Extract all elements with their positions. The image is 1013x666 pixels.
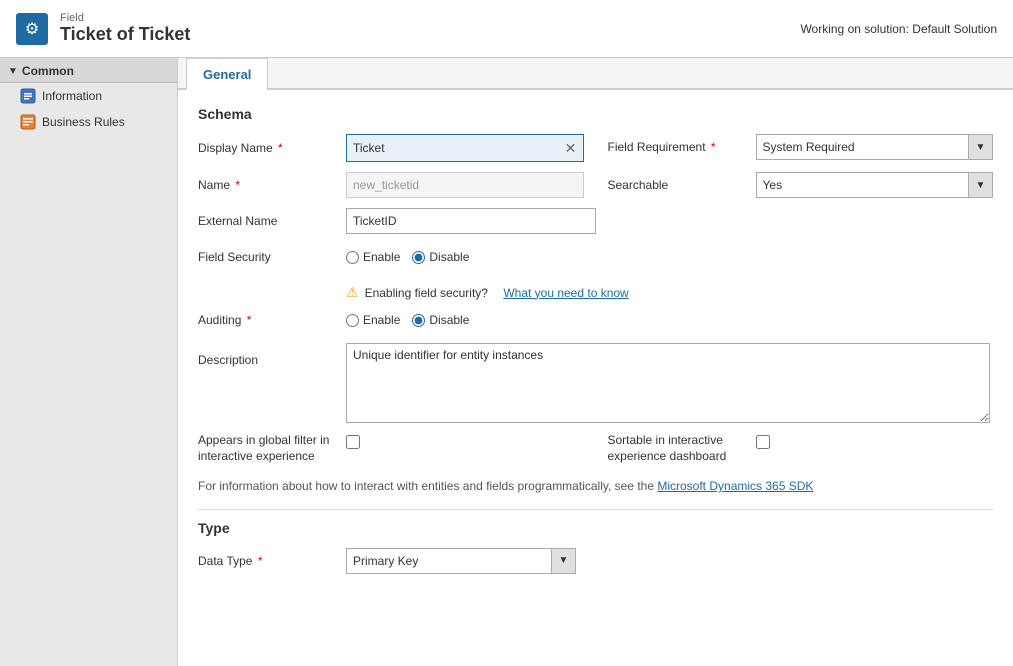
warning-link[interactable]: What you need to know: [503, 286, 628, 300]
col-searchable: Searchable Yes No ▼: [584, 172, 994, 198]
tab-general[interactable]: General: [186, 58, 268, 90]
searchable-select-wrapper: Yes No ▼: [756, 172, 994, 198]
page-subtitle: Field: [60, 12, 190, 24]
sortable-label: Sortable in interactive experience dashb…: [608, 433, 756, 464]
col-auditing: Auditing * Enable Disable: [198, 307, 993, 333]
business-rules-icon: [20, 114, 36, 130]
info-text-row: For information about how to interact wi…: [198, 474, 993, 505]
external-name-label: External Name: [198, 208, 346, 234]
type-section: Type Data Type * Primary Key Single Line…: [198, 520, 993, 574]
col-data-type: Data Type * Primary Key Single Line of T…: [198, 548, 993, 574]
col-external-name: External Name: [198, 208, 993, 234]
schema-section-title: Schema: [198, 106, 993, 122]
auditing-disable-radio[interactable]: [412, 314, 425, 327]
display-name-input-wrapper: ✕: [346, 134, 584, 162]
col-appears-global: Appears in global filter in interactive …: [198, 433, 584, 464]
sidebar-item-business-rules[interactable]: Business Rules: [0, 109, 177, 135]
col-field-security: Field Security Enable Disable: [198, 244, 993, 270]
info-text-prefix: For information about how to interact wi…: [198, 479, 654, 493]
description-label: Description: [198, 343, 346, 373]
auditing-label: Auditing *: [198, 307, 346, 333]
row-display-name: Display Name * ✕ Field Requirement * Sys…: [198, 134, 993, 162]
data-type-select-wrapper: Primary Key Single Line of Text Whole Nu…: [346, 548, 576, 574]
topbar: ⚙ Field Ticket of Ticket Working on solu…: [0, 0, 1013, 58]
auditing-enable-label: Enable: [363, 313, 400, 327]
name-label: Name *: [198, 172, 346, 198]
row-data-type: Data Type * Primary Key Single Line of T…: [198, 548, 993, 574]
data-type-label: Data Type *: [198, 548, 346, 574]
field-requirement-select-wrapper: System Required Business Required Busine…: [756, 134, 994, 160]
col-description: Description Unique identifier for entity…: [198, 343, 993, 423]
display-name-input[interactable]: [347, 135, 559, 161]
row-external-name: External Name: [198, 208, 993, 234]
app-icon: ⚙: [16, 13, 48, 45]
col-sortable: Sortable in interactive experience dashb…: [584, 433, 994, 464]
row-description: Description Unique identifier for entity…: [198, 343, 993, 423]
row-name: Name * Searchable Yes No ▼: [198, 172, 993, 198]
solution-label: Working on solution: Default Solution: [800, 22, 997, 36]
field-security-warning: ⚠ Enabling field security? What you need…: [198, 280, 993, 307]
chevron-icon: ▼: [8, 66, 18, 77]
form-body: Schema Display Name * ✕ Field Requiremen…: [178, 90, 1013, 600]
auditing-enable-radio[interactable]: [346, 314, 359, 327]
field-security-label: Field Security: [198, 244, 346, 270]
content-area: General Schema Display Name * ✕: [178, 58, 1013, 666]
field-security-disable-option[interactable]: Disable: [412, 250, 469, 264]
sortable-checkbox[interactable]: [756, 435, 770, 449]
searchable-select[interactable]: Yes No: [757, 173, 993, 197]
appears-global-checkbox[interactable]: [346, 435, 360, 449]
field-security-enable-radio[interactable]: [346, 251, 359, 264]
external-name-input[interactable]: [346, 208, 596, 234]
topbar-left: ⚙ Field Ticket of Ticket: [16, 12, 190, 45]
auditing-radio-group: Enable Disable: [346, 307, 469, 333]
row-auditing: Auditing * Enable Disable: [198, 307, 993, 333]
field-security-enable-label: Enable: [363, 250, 400, 264]
row-field-security: Field Security Enable Disable: [198, 244, 993, 270]
sidebar: ▼ Common Information Business Rules: [0, 58, 178, 666]
type-divider: [198, 509, 993, 510]
data-type-select[interactable]: Primary Key Single Line of Text Whole Nu…: [347, 549, 575, 573]
information-icon: [20, 88, 36, 104]
description-textarea[interactable]: Unique identifier for entity instances: [346, 343, 990, 423]
field-requirement-select[interactable]: System Required Business Required Busine…: [757, 135, 993, 159]
type-section-title: Type: [198, 520, 993, 536]
col-name: Name *: [198, 172, 584, 198]
col-field-requirement: Field Requirement * System Required Busi…: [584, 134, 994, 160]
sidebar-item-information[interactable]: Information: [0, 83, 177, 109]
name-input: [346, 172, 584, 198]
sidebar-item-information-label: Information: [42, 89, 102, 103]
field-security-radio-group: Enable Disable: [346, 244, 469, 270]
main-layout: ▼ Common Information Business Rules Gene…: [0, 58, 1013, 666]
auditing-disable-label: Disable: [429, 313, 469, 327]
warning-icon: ⚠: [346, 284, 359, 301]
topbar-titles: Field Ticket of Ticket: [60, 12, 190, 45]
warning-text: Enabling field security?: [365, 286, 488, 300]
field-security-disable-label: Disable: [429, 250, 469, 264]
sdk-link[interactable]: Microsoft Dynamics 365 SDK: [657, 479, 813, 493]
tabs-bar: General: [178, 58, 1013, 90]
sidebar-section-common[interactable]: ▼ Common: [0, 58, 177, 83]
field-requirement-label: Field Requirement *: [608, 134, 756, 160]
auditing-disable-option[interactable]: Disable: [412, 313, 469, 327]
field-security-enable-option[interactable]: Enable: [346, 250, 400, 264]
row-checkboxes: Appears in global filter in interactive …: [198, 433, 993, 464]
sidebar-section-label: Common: [22, 64, 74, 78]
display-name-label: Display Name *: [198, 135, 346, 161]
auditing-enable-option[interactable]: Enable: [346, 313, 400, 327]
col-display-name: Display Name * ✕: [198, 134, 584, 162]
field-security-disable-radio[interactable]: [412, 251, 425, 264]
searchable-label: Searchable: [608, 172, 756, 198]
display-name-clear-button[interactable]: ✕: [559, 135, 583, 161]
appears-global-label: Appears in global filter in interactive …: [198, 433, 346, 464]
sidebar-item-business-rules-label: Business Rules: [42, 115, 125, 129]
page-title: Ticket of Ticket: [60, 24, 190, 45]
